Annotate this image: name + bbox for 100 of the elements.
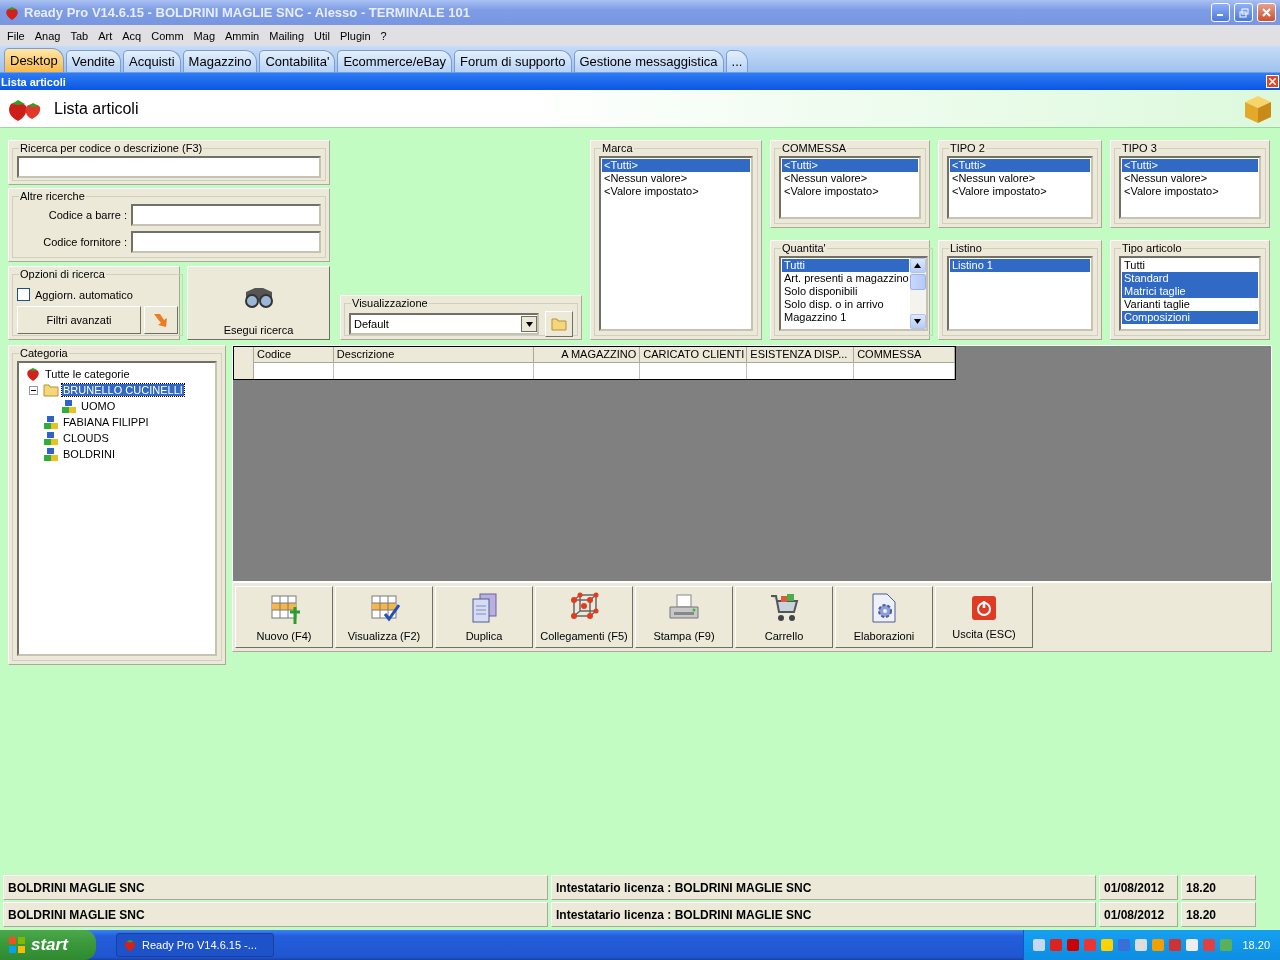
arrow-button[interactable]: [144, 306, 178, 334]
tree-item[interactable]: BRUNELLO CUCINELLI: [62, 384, 184, 396]
close-button[interactable]: [1257, 3, 1276, 22]
scroll-up-button[interactable]: [909, 258, 926, 273]
tray-icon[interactable]: [1202, 938, 1217, 952]
status-cell: BOLDRINI MAGLIE SNC: [3, 902, 548, 927]
action-button[interactable]: Nuovo (F4): [235, 586, 333, 648]
tab[interactable]: Magazzino: [182, 50, 258, 72]
list-item[interactable]: <Valore impostato>: [602, 185, 750, 198]
list-item[interactable]: Magazzino 1: [782, 311, 909, 324]
tree-item[interactable]: BOLDRINI: [62, 448, 116, 460]
tray-icon[interactable]: [1117, 938, 1132, 952]
tray-icon[interactable]: [1100, 938, 1115, 952]
group-label: Tipo articolo: [1121, 242, 1183, 254]
tray-icon[interactable]: [1151, 938, 1166, 952]
scroll-down-button[interactable]: [909, 314, 926, 329]
action-button[interactable]: Carrello: [735, 586, 833, 648]
list-item[interactable]: Solo disp. o in arrivo: [782, 298, 909, 311]
advanced-filters-button[interactable]: Filtri avanzati: [17, 306, 141, 334]
tray-icon[interactable]: [1168, 938, 1183, 952]
search-button[interactable]: Esegui ricerca: [187, 266, 330, 340]
close-button[interactable]: [1266, 75, 1279, 88]
tray-icon[interactable]: [1185, 938, 1200, 952]
folder-button[interactable]: [545, 311, 573, 337]
tray-icon[interactable]: [1049, 938, 1064, 952]
action-button[interactable]: Collegamenti (F5): [535, 586, 633, 648]
tab[interactable]: Acquisti: [123, 50, 181, 72]
menu-item[interactable]: Tab: [65, 29, 94, 42]
list-item[interactable]: <Nessun valore>: [950, 172, 1090, 185]
tray-icon[interactable]: [1066, 938, 1081, 952]
tree-item[interactable]: FABIANA FILIPPI: [62, 416, 150, 428]
group-label: Categoria: [19, 347, 69, 359]
grid-plus-icon: [268, 592, 300, 624]
action-button[interactable]: Visualizza (F2): [335, 586, 433, 648]
list-item[interactable]: <Valore impostato>: [1122, 185, 1258, 198]
tab[interactable]: ...: [725, 50, 749, 72]
tree-item[interactable]: Tutte le categorie: [44, 368, 131, 380]
list-item[interactable]: Standard: [1122, 272, 1258, 285]
input-field[interactable]: [131, 231, 321, 253]
menu-item[interactable]: Ammin: [220, 29, 265, 42]
input-field[interactable]: [131, 204, 321, 226]
list-item[interactable]: Varianti taglie: [1122, 298, 1258, 311]
menu-item[interactable]: File: [2, 29, 30, 42]
list-item[interactable]: <Nessun valore>: [782, 172, 918, 185]
caret-icon: [914, 263, 922, 268]
list-item[interactable]: Composizioni: [1122, 311, 1258, 324]
tray-icon[interactable]: [1083, 938, 1098, 952]
menu-item[interactable]: Util: [309, 29, 335, 42]
list-item[interactable]: Listino 1: [950, 259, 1090, 272]
tree-item[interactable]: CLOUDS: [62, 432, 110, 444]
tab[interactable]: Gestione messaggistica: [573, 50, 724, 72]
tray-icon[interactable]: [1032, 938, 1047, 952]
action-button[interactable]: Stampa (F9): [635, 586, 733, 648]
list-item[interactable]: <Tutti>: [602, 159, 750, 172]
close-icon: [1262, 8, 1271, 17]
view-dropdown[interactable]: Default: [349, 313, 539, 335]
menu-item[interactable]: Acq: [117, 29, 147, 42]
restore-button[interactable]: [1234, 3, 1253, 22]
list-item[interactable]: <Tutti>: [782, 159, 918, 172]
list-item[interactable]: <Nessun valore>: [1122, 172, 1258, 185]
tree-item[interactable]: UOMO: [80, 400, 117, 412]
menu-item[interactable]: Plugin: [335, 29, 376, 42]
list-item[interactable]: <Tutti>: [950, 159, 1090, 172]
action-button[interactable]: Uscita (ESC): [935, 586, 1033, 648]
list-item[interactable]: <Valore impostato>: [950, 185, 1090, 198]
tab[interactable]: Desktop: [4, 48, 64, 72]
subwindow-title: Lista articoli: [1, 75, 66, 88]
scroll-thumb[interactable]: [909, 274, 926, 290]
list-item[interactable]: Solo disponibili: [782, 285, 909, 298]
list-item[interactable]: Tutti: [782, 259, 909, 272]
taskbar-button[interactable]: Ready Pro V14.6.15 -...: [116, 933, 274, 957]
action-button[interactable]: Elaborazioni: [835, 586, 933, 648]
menu-item[interactable]: Art: [93, 29, 118, 42]
menu-item[interactable]: Comm: [146, 29, 189, 42]
tab[interactable]: Contabilita': [259, 50, 336, 72]
expander-icon[interactable]: [29, 385, 38, 395]
list-item[interactable]: <Nessun valore>: [602, 172, 750, 185]
search-field[interactable]: [17, 156, 321, 178]
minimize-button[interactable]: [1211, 3, 1230, 22]
strawberry-icon: [25, 366, 41, 382]
binoculars-icon: [242, 286, 275, 308]
list-item[interactable]: Art. presenti a magazzino: [782, 272, 909, 285]
checkbox[interactable]: [17, 288, 30, 301]
menu-item[interactable]: Mailing: [264, 29, 310, 42]
menu-item[interactable]: ?: [375, 29, 392, 42]
arrow-icon: [152, 311, 170, 329]
list-item[interactable]: Matrici taglie: [1122, 285, 1258, 298]
status-cell: BOLDRINI MAGLIE SNC: [3, 875, 548, 900]
menu-item[interactable]: Mag: [188, 29, 220, 42]
list-item[interactable]: <Tutti>: [1122, 159, 1258, 172]
group-label: Altre ricerche: [19, 190, 86, 202]
tab[interactable]: Vendite: [65, 50, 122, 72]
tab[interactable]: Ecommerce/eBay: [337, 50, 452, 72]
list-item[interactable]: <Valore impostato>: [782, 185, 918, 198]
action-button[interactable]: Duplica: [435, 586, 533, 648]
start-button[interactable]: start: [0, 930, 96, 960]
list-item[interactable]: Tutti: [1122, 259, 1258, 272]
tray-icon[interactable]: [1134, 938, 1149, 952]
menu-item[interactable]: Anag: [29, 29, 66, 42]
tab[interactable]: Forum di supporto: [454, 50, 572, 72]
